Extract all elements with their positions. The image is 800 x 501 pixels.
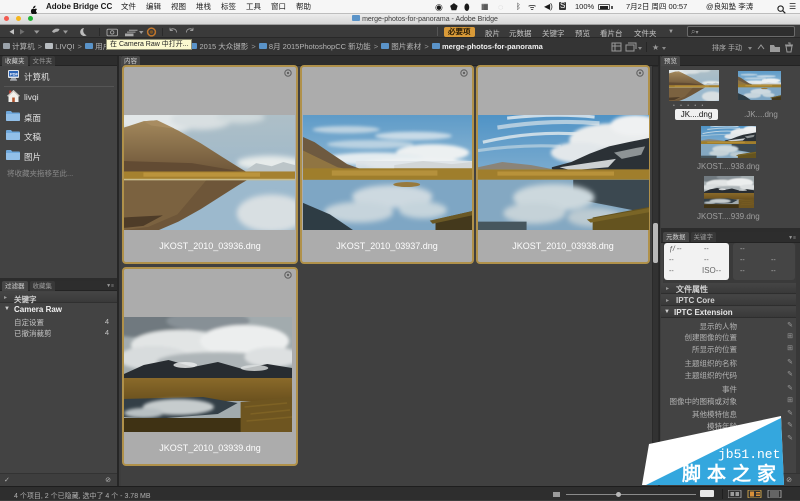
svg-text:★: ★ <box>652 43 659 52</box>
svg-text:jb51.net: jb51.net <box>718 447 780 462</box>
svg-text:脚本之家: 脚本之家 <box>682 462 782 485</box>
svg-text:排序 手动: 排序 手动 <box>712 43 742 52</box>
svg-text:PDF: PDF <box>10 72 19 77</box>
